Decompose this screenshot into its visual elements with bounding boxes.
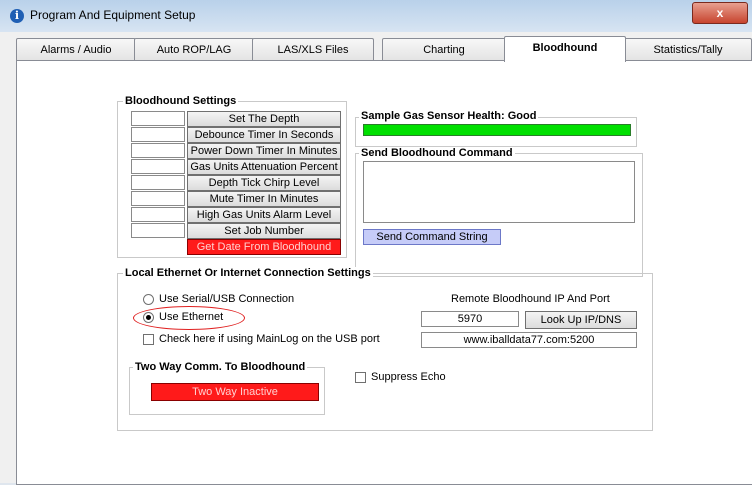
serial-usb-label: Use Serial/USB Connection: [159, 293, 295, 305]
two-way-title: Two Way Comm. To Bloodhound: [133, 361, 308, 373]
power-down-timer-button[interactable]: Power Down Timer In Minutes: [187, 143, 341, 159]
tab-statistics-tally[interactable]: Statistics/Tally: [624, 38, 752, 61]
info-icon: i: [10, 9, 24, 23]
tab-alarms-audio[interactable]: Alarms / Audio: [16, 38, 136, 61]
bloodhound-settings-title: Bloodhound Settings: [123, 95, 239, 107]
setup-window: i Program And Equipment Setup x Alarms /…: [0, 0, 752, 485]
mute-timer-input[interactable]: [131, 191, 185, 206]
debounce-timer-input[interactable]: [131, 127, 185, 142]
window-title: Program And Equipment Setup: [30, 8, 196, 22]
suppress-echo-label: Suppress Echo: [371, 371, 446, 383]
serial-usb-radio[interactable]: [143, 294, 154, 305]
two-way-button[interactable]: Two Way Inactive: [151, 383, 319, 401]
mute-timer-button[interactable]: Mute Timer In Minutes: [187, 191, 341, 207]
tab-bloodhound[interactable]: Bloodhound: [504, 36, 626, 62]
high-gas-alarm-input[interactable]: [131, 207, 185, 222]
set-depth-button[interactable]: Set The Depth: [187, 111, 341, 127]
gas-units-attenuation-button[interactable]: Gas Units Attenuation Percent: [187, 159, 341, 175]
send-command-title: Send Bloodhound Command: [359, 147, 515, 159]
port-field[interactable]: 5970: [421, 311, 519, 327]
highlight-oval: [133, 306, 245, 330]
client-area: Alarms / Audio Auto ROP/LAG LAS/XLS File…: [10, 32, 752, 485]
mainlog-usb-label: Check here if using MainLog on the USB p…: [159, 333, 380, 345]
sensor-health-title: Sample Gas Sensor Health: Good: [359, 110, 539, 122]
depth-tick-chirp-input[interactable]: [131, 175, 185, 190]
bloodhound-tab-panel: Bloodhound Settings Set The Depth Deboun…: [16, 60, 752, 485]
sensor-health-bar: [363, 124, 631, 136]
gas-units-attenuation-input[interactable]: [131, 159, 185, 174]
title-bar: i Program And Equipment Setup x: [0, 0, 752, 32]
debounce-timer-button[interactable]: Debounce Timer In Seconds: [187, 127, 341, 143]
suppress-echo-checkbox[interactable]: [355, 372, 366, 383]
send-command-button[interactable]: Send Command String: [363, 229, 501, 245]
lookup-ip-button[interactable]: Look Up IP/DNS: [525, 311, 637, 329]
tab-las-xls-files[interactable]: LAS/XLS Files: [252, 38, 374, 61]
job-number-input[interactable]: [131, 223, 185, 238]
high-gas-alarm-button[interactable]: High Gas Units Alarm Level: [187, 207, 341, 223]
address-field[interactable]: www.iballdata77.com:5200: [421, 332, 637, 348]
mainlog-usb-checkbox[interactable]: [143, 334, 154, 345]
ethernet-settings-title: Local Ethernet Or Internet Connection Se…: [123, 267, 373, 279]
tab-charting[interactable]: Charting: [382, 38, 506, 61]
depth-tick-chirp-button[interactable]: Depth Tick Chirp Level: [187, 175, 341, 191]
set-job-number-button[interactable]: Set Job Number: [187, 223, 341, 239]
power-down-timer-input[interactable]: [131, 143, 185, 158]
set-depth-input[interactable]: [131, 111, 185, 126]
tab-auto-rop-lag[interactable]: Auto ROP/LAG: [134, 38, 254, 61]
close-button[interactable]: x: [692, 2, 748, 24]
command-text-area[interactable]: [363, 161, 635, 223]
remote-ip-label: Remote Bloodhound IP And Port: [451, 293, 610, 305]
get-date-button[interactable]: Get Date From Bloodhound: [187, 239, 341, 255]
